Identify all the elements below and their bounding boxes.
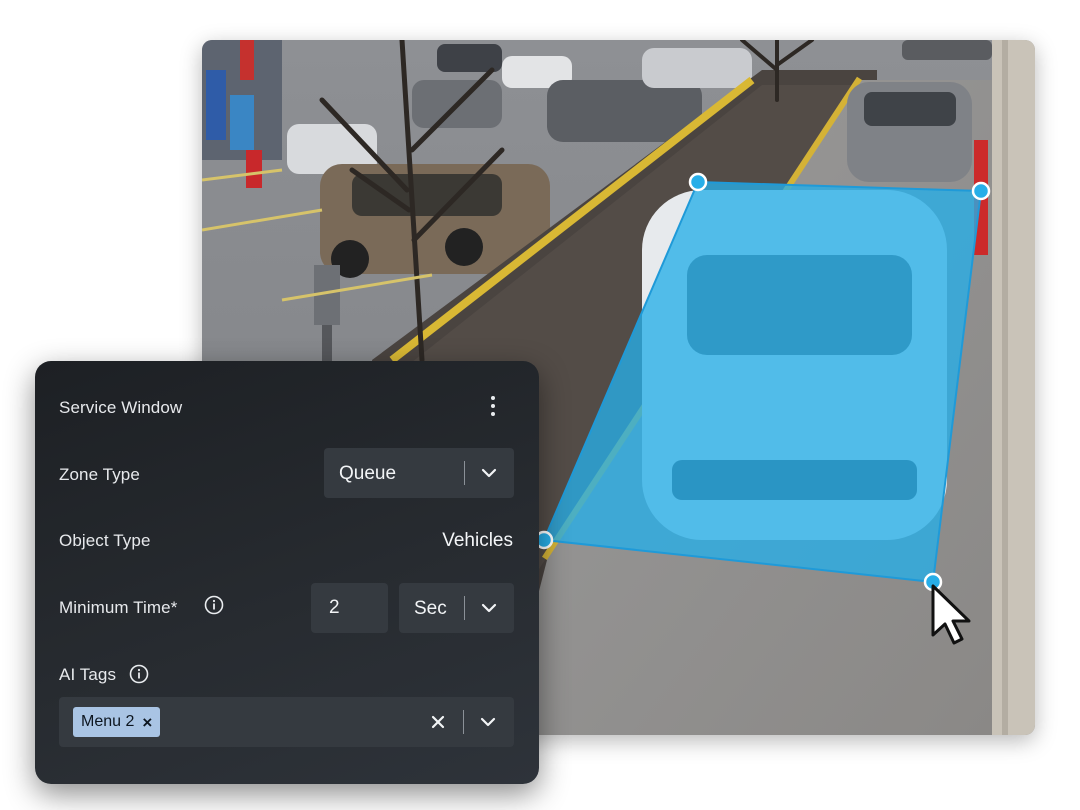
- zone-handle-top-right[interactable]: [971, 181, 991, 201]
- tag-chip: Menu 2 ×: [73, 707, 161, 737]
- minimum-time-label: Minimum Time*: [59, 598, 178, 617]
- zone-handle-top-left[interactable]: [688, 172, 708, 192]
- mouse-pointer-icon: [931, 584, 971, 645]
- info-icon[interactable]: [129, 664, 149, 684]
- chevron-down-icon[interactable]: [480, 714, 496, 730]
- time-unit-value: Sec: [414, 598, 447, 619]
- select-divider: [464, 596, 465, 620]
- time-unit-select[interactable]: Sec: [399, 583, 514, 633]
- ai-tags-multiselect[interactable]: Menu 2 ×: [59, 697, 514, 747]
- panel-title: Service Window: [59, 398, 183, 417]
- info-icon[interactable]: [204, 595, 224, 615]
- object-type-value: Vehicles: [442, 530, 513, 551]
- clear-icon[interactable]: [430, 714, 446, 730]
- tag-remove-icon[interactable]: ×: [142, 714, 152, 731]
- object-type-label: Object Type: [59, 531, 151, 550]
- tag-chip-label: Menu 2: [81, 713, 135, 730]
- select-divider: [464, 461, 465, 485]
- chevron-down-icon: [481, 468, 497, 478]
- zone-type-value: Queue: [339, 463, 397, 484]
- select-divider: [463, 710, 464, 734]
- minimum-time-input[interactable]: 2: [311, 583, 388, 633]
- zone-type-select[interactable]: Queue: [324, 448, 514, 498]
- ai-tags-label: AI Tags: [59, 665, 117, 684]
- chevron-down-icon: [481, 603, 497, 613]
- zone-type-label: Zone Type: [59, 465, 140, 484]
- kebab-menu-icon[interactable]: [483, 393, 503, 419]
- zone-settings-panel: Service Window Zone Type Queue Object Ty…: [35, 361, 539, 784]
